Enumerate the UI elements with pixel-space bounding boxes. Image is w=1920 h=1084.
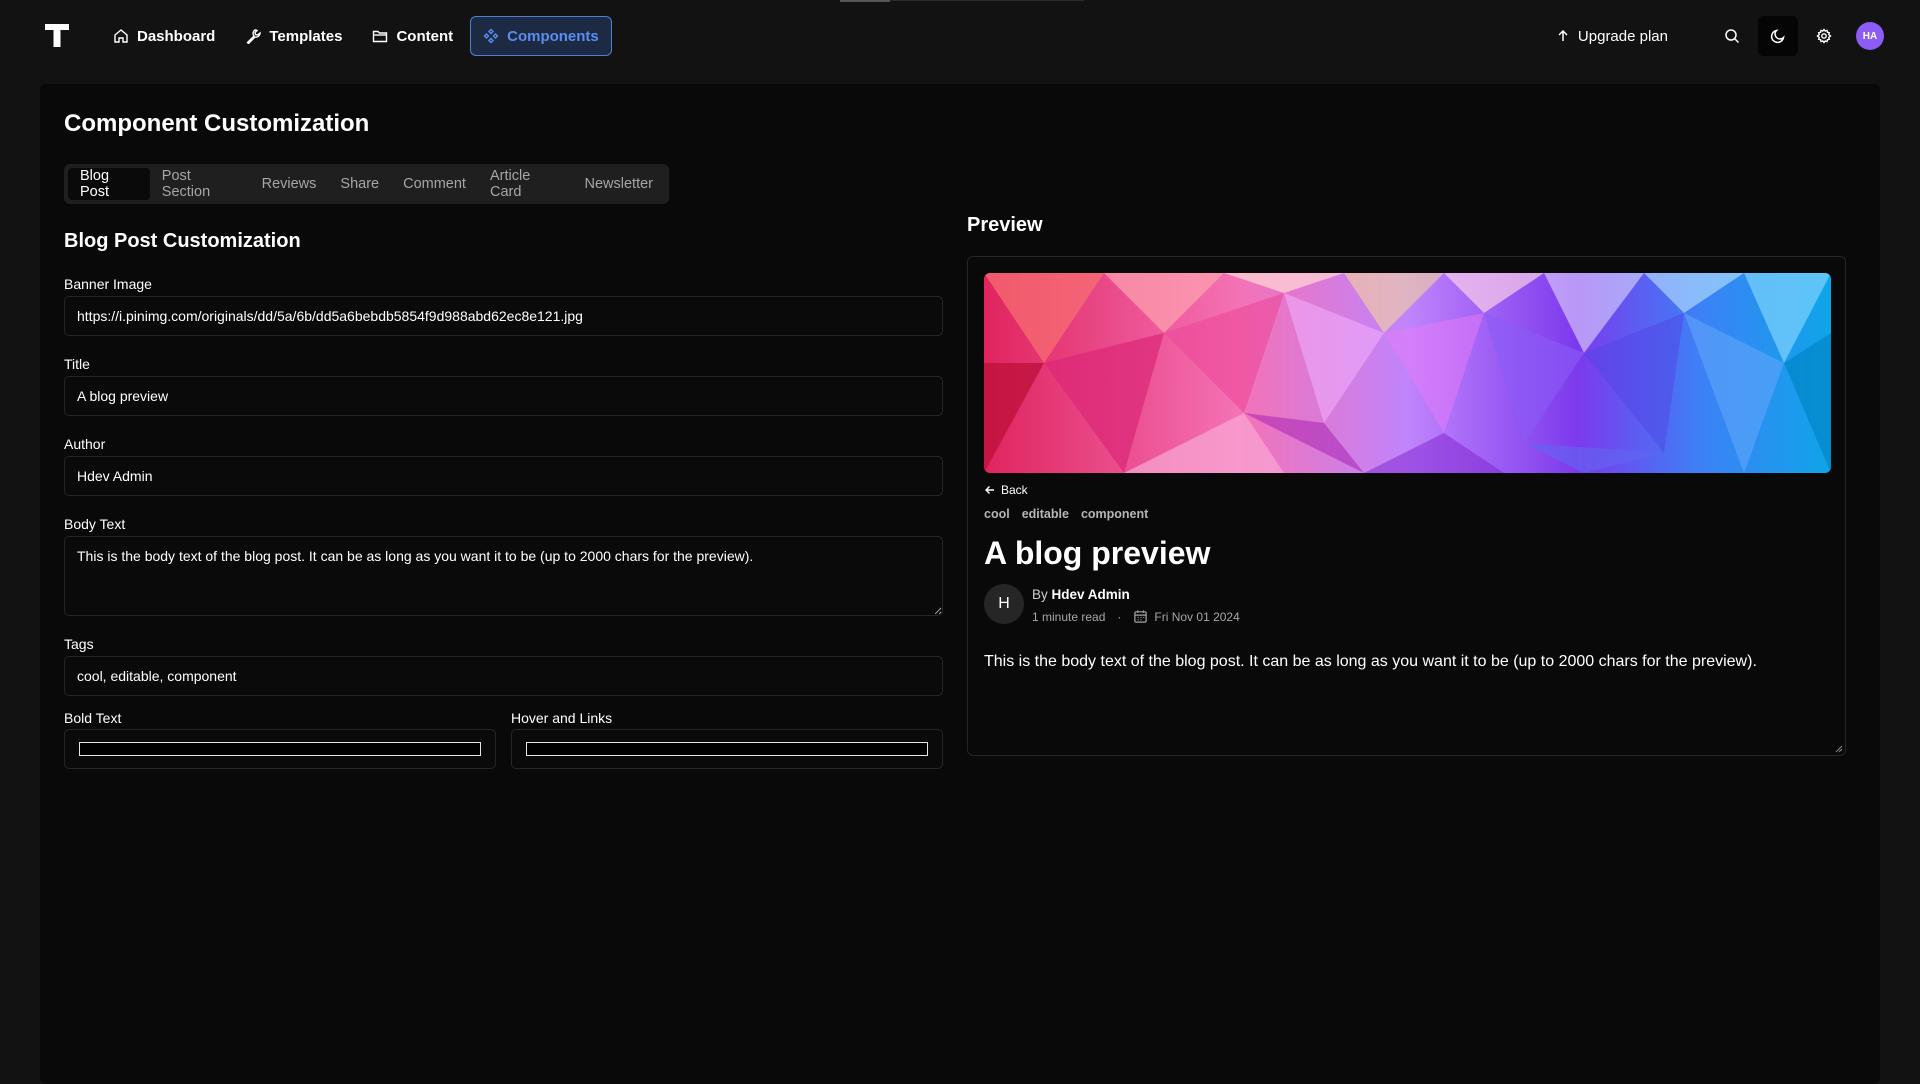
- components-icon: [483, 28, 499, 44]
- tab-comment[interactable]: Comment: [391, 168, 478, 200]
- main-nav: Dashboard Templates Content Components: [100, 16, 612, 56]
- moon-icon: [1770, 29, 1785, 44]
- meta-separator: ·: [1117, 609, 1122, 624]
- main-panel: Component Customization Blog Post Post S…: [40, 84, 1880, 1084]
- author-input[interactable]: [64, 456, 943, 496]
- resize-grip-icon[interactable]: [1835, 745, 1843, 753]
- bold-text-color-picker[interactable]: [64, 729, 496, 769]
- arrow-left-icon: [985, 486, 994, 494]
- home-icon: [114, 29, 128, 43]
- hover-links-label: Hover and Links: [511, 710, 613, 726]
- banner-image: [984, 273, 1831, 473]
- topbar-tools: Upgrade plan HA: [1542, 16, 1884, 56]
- calendar-icon: [1134, 610, 1148, 623]
- search-button[interactable]: [1712, 16, 1752, 56]
- tab-blog-post[interactable]: Blog Post: [68, 168, 150, 200]
- tab-newsletter[interactable]: Newsletter: [573, 168, 666, 200]
- user-avatar[interactable]: HA: [1856, 22, 1884, 50]
- top-navigation-bar: Dashboard Templates Content Components U…: [0, 0, 1920, 72]
- arrow-up-icon: [1558, 29, 1568, 41]
- wrench-icon: [246, 29, 262, 44]
- search-icon: [1725, 29, 1740, 44]
- tags-input[interactable]: [64, 656, 943, 696]
- nav-templates[interactable]: Templates: [232, 16, 355, 56]
- nav-dashboard-label: Dashboard: [137, 27, 216, 45]
- title-input[interactable]: [64, 376, 943, 416]
- hover-links-color-swatch: [526, 742, 928, 756]
- author-label: Author: [64, 436, 106, 452]
- tab-article-card[interactable]: Article Card: [478, 168, 573, 200]
- nav-components-label: Components: [507, 27, 599, 45]
- tag-item[interactable]: component: [1081, 507, 1148, 521]
- upgrade-plan-button[interactable]: Upgrade plan: [1542, 16, 1682, 56]
- upgrade-plan-label: Upgrade plan: [1577, 27, 1668, 45]
- by-prefix: By: [1032, 587, 1048, 602]
- bold-text-label: Bold Text: [64, 710, 122, 726]
- post-title: A blog preview: [984, 535, 1211, 571]
- author-name: Hdev Admin: [1051, 587, 1130, 602]
- banner-image-label: Banner Image: [64, 276, 152, 292]
- theme-toggle-button[interactable]: [1758, 16, 1798, 56]
- bold-text-color-swatch: [79, 742, 481, 756]
- folder-icon: [373, 30, 388, 43]
- back-link[interactable]: Back: [984, 483, 1028, 497]
- read-time: 1 minute read: [1032, 609, 1106, 624]
- component-tabs: Blog Post Post Section Reviews Share Com…: [64, 164, 669, 204]
- settings-button[interactable]: [1804, 16, 1844, 56]
- tab-post-section[interactable]: Post Section: [150, 168, 250, 200]
- gear-icon: [1816, 28, 1832, 44]
- tab-reviews[interactable]: Reviews: [250, 168, 329, 200]
- back-label: Back: [1001, 483, 1028, 497]
- tags-label: Tags: [64, 636, 94, 652]
- author-byline: By Hdev Admin: [1032, 587, 1130, 602]
- banner-image-input[interactable]: [64, 296, 943, 336]
- page-title: Component Customization: [64, 110, 370, 137]
- preview-container: Back cool editable component A blog prev…: [967, 256, 1846, 756]
- tag-item[interactable]: editable: [1022, 507, 1069, 521]
- hover-links-color-picker[interactable]: [511, 729, 943, 769]
- body-text-label: Body Text: [64, 516, 126, 532]
- nav-dashboard[interactable]: Dashboard: [100, 16, 228, 56]
- nav-components[interactable]: Components: [470, 16, 612, 56]
- nav-content-label: Content: [396, 27, 454, 45]
- post-body: This is the body text of the blog post. …: [984, 653, 1757, 670]
- app-logo-icon[interactable]: [44, 22, 70, 48]
- author-avatar: H: [984, 584, 1024, 624]
- tab-share[interactable]: Share: [328, 168, 391, 200]
- tag-item[interactable]: cool: [984, 507, 1010, 521]
- preview-heading: Preview: [967, 214, 1043, 236]
- tags-list: cool editable component: [984, 507, 1148, 521]
- form-title: Blog Post Customization: [64, 230, 301, 252]
- body-text-textarea[interactable]: This is the body text of the blog post. …: [64, 536, 943, 616]
- nav-templates-label: Templates: [269, 27, 343, 45]
- title-label: Title: [64, 356, 90, 372]
- nav-content[interactable]: Content: [359, 16, 466, 56]
- post-meta: 1 minute read · Fri Nov 01 2024: [1032, 609, 1240, 624]
- post-date: Fri Nov 01 2024: [1154, 609, 1240, 624]
